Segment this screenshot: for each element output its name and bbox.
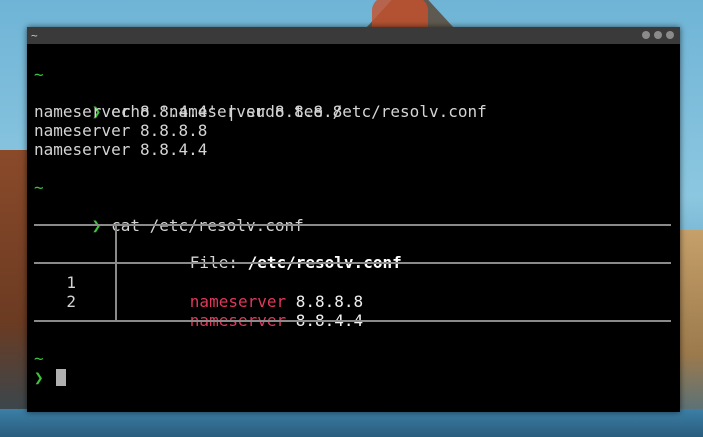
- line-number: 1: [66, 273, 76, 292]
- terminal-window[interactable]: ~ ~ ❯ echo 'nameserver 8.8.8.8 nameserve…: [27, 27, 680, 412]
- prompt-arrow-icon: ❯: [34, 368, 44, 387]
- close-button[interactable]: [666, 31, 674, 39]
- table-border-bottom: [34, 320, 671, 322]
- window-title: ~: [31, 29, 38, 42]
- table-gutter-divider: [115, 226, 117, 320]
- prompt-tilde: ~: [34, 65, 44, 84]
- window-titlebar[interactable]: ~: [27, 27, 680, 44]
- background-castle: [677, 230, 703, 437]
- background-water: [0, 409, 703, 437]
- prompt-tilde: ~: [34, 349, 44, 368]
- background-ship: [0, 150, 30, 437]
- text-cursor[interactable]: [56, 369, 66, 386]
- line-number: 2: [66, 292, 76, 311]
- window-controls: [642, 31, 674, 39]
- command-continuation: nameserver 8.8.4.4' | sudo tee /etc/reso…: [34, 102, 487, 121]
- terminal-content[interactable]: ~ ❯ echo 'nameserver 8.8.8.8 nameserver …: [34, 44, 680, 412]
- table-border-middle: [34, 262, 671, 264]
- maximize-button[interactable]: [654, 31, 662, 39]
- prompt-tilde: ~: [34, 178, 44, 197]
- output-line: nameserver 8.8.4.4: [34, 140, 208, 159]
- output-line: nameserver 8.8.8.8: [34, 121, 208, 140]
- table-border-top: [34, 224, 671, 226]
- minimize-button[interactable]: [642, 31, 650, 39]
